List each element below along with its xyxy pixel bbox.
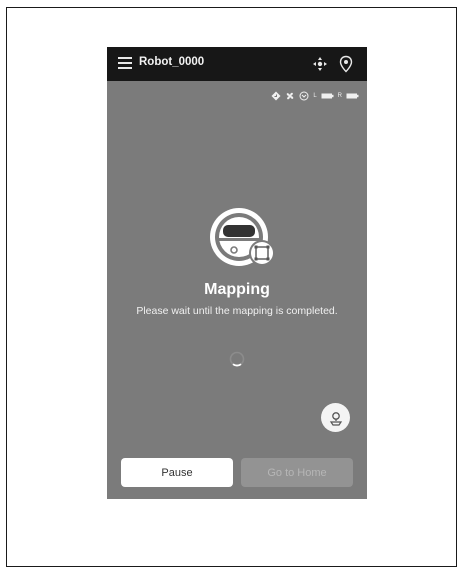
loading-spinner-icon: [229, 351, 245, 367]
go-to-home-button[interactable]: Go to Home: [241, 458, 353, 487]
hamburger-menu-icon[interactable]: [118, 57, 132, 69]
status-indicators: L R: [271, 90, 359, 102]
app-screen: Robot_0000 L R Mapping Please wait until…: [107, 47, 367, 499]
robot-mapping-icon: [210, 208, 275, 266]
fan-icon: [287, 92, 294, 100]
robot-name: Robot_0000: [139, 56, 205, 68]
status-title: Mapping: [204, 281, 270, 298]
battery-right-icon: [346, 93, 359, 99]
battery-left-icon: [321, 93, 334, 99]
navigation-icon: [271, 91, 281, 101]
battery-left-label: L: [313, 93, 317, 99]
pause-button[interactable]: Pause: [121, 458, 233, 487]
move-arrows-icon[interactable]: [312, 56, 328, 72]
map-location-button[interactable]: [321, 403, 350, 432]
suction-icon: [299, 91, 309, 101]
battery-right-label: R: [337, 93, 342, 99]
top-bar: Robot_0000: [107, 47, 367, 81]
location-pin-icon[interactable]: [338, 55, 354, 73]
map-pin-icon: [329, 411, 342, 426]
status-message: Please wait until the mapping is complet…: [136, 305, 338, 317]
